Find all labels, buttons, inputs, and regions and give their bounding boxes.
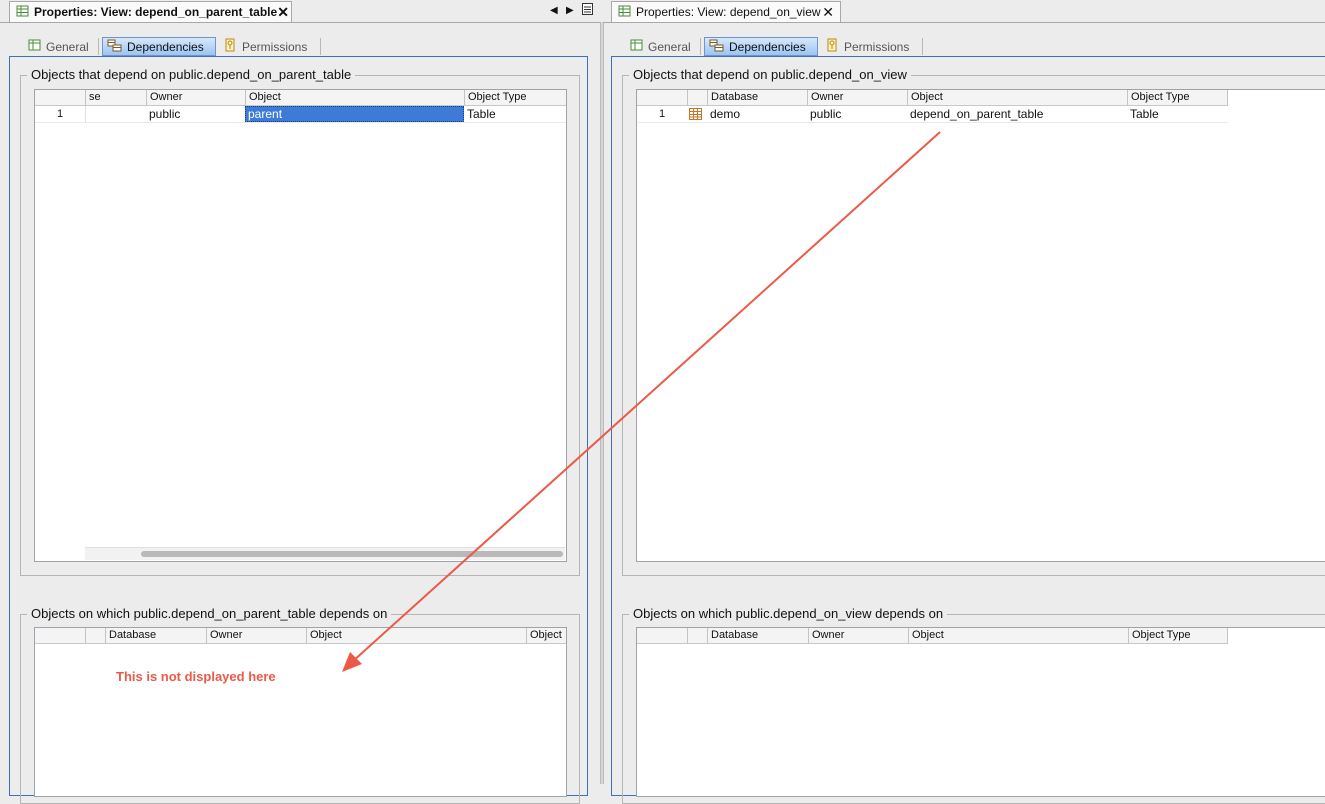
annotation-arrow xyxy=(342,131,941,672)
